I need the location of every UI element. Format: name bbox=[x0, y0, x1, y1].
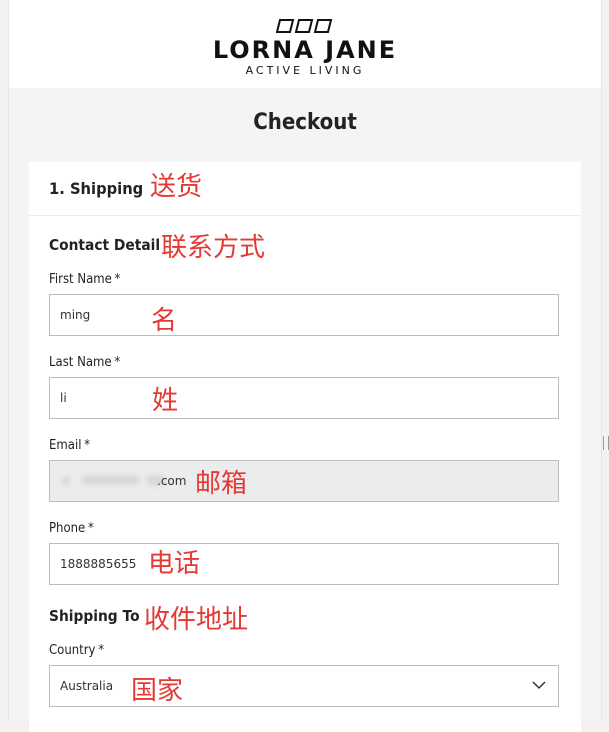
annotation-email: 邮箱 bbox=[195, 469, 248, 499]
first-name-field[interactable] bbox=[49, 294, 559, 336]
shipping-section-title: 1. Shipping bbox=[49, 179, 144, 198]
annotation-contact: 联系方式 bbox=[161, 233, 266, 263]
annotation-shipping-to: 收件地址 bbox=[144, 605, 249, 635]
email-value: .com bbox=[157, 474, 187, 488]
country-select[interactable]: Australia bbox=[49, 665, 559, 707]
annotation-shipping: 送货 bbox=[150, 172, 203, 202]
last-name-label: Last Name * bbox=[49, 355, 121, 370]
phone-input[interactable] bbox=[60, 544, 540, 584]
annotation-phone: 电话 bbox=[148, 549, 201, 579]
annotation-last-name: 姓 bbox=[152, 386, 179, 416]
header-bar: LORNA JANE ACTIVE LIVING bbox=[9, 0, 601, 88]
brand-mark-icon bbox=[276, 19, 333, 33]
brand-tagline: ACTIVE LIVING bbox=[245, 64, 365, 77]
email-label: Email * bbox=[49, 438, 91, 453]
country-label: Country * bbox=[49, 643, 105, 658]
annotation-first-name: 名 bbox=[151, 306, 178, 336]
phone-label: Phone * bbox=[49, 521, 94, 536]
brand-name: LORNA JANE bbox=[212, 36, 398, 64]
last-name-field[interactable] bbox=[49, 377, 559, 419]
annotation-country: 国家 bbox=[131, 676, 184, 706]
last-name-input[interactable] bbox=[60, 378, 540, 418]
shipping-card: 1. Shipping 送货 Contact Detail 联系方式 First… bbox=[29, 162, 581, 732]
brand-logo[interactable]: LORNA JANE ACTIVE LIVING bbox=[9, 18, 601, 77]
email-redacted-mask bbox=[60, 473, 170, 489]
shipping-to-title: Shipping To bbox=[49, 607, 140, 625]
first-name-input[interactable] bbox=[60, 295, 540, 335]
email-field: .com bbox=[49, 460, 559, 502]
shipping-section-header[interactable]: 1. Shipping bbox=[29, 162, 581, 216]
phone-field[interactable] bbox=[49, 543, 559, 585]
page-title: Checkout bbox=[253, 110, 357, 135]
country-selected-value: Australia bbox=[60, 679, 114, 693]
chevron-down-icon bbox=[532, 681, 546, 690]
first-name-label: First Name * bbox=[49, 272, 121, 287]
checkout-page: LORNA JANE ACTIVE LIVING Checkout 1. Shi… bbox=[8, 0, 602, 732]
contact-detail-title: Contact Detail bbox=[49, 236, 161, 254]
resize-handle[interactable] bbox=[603, 436, 609, 450]
